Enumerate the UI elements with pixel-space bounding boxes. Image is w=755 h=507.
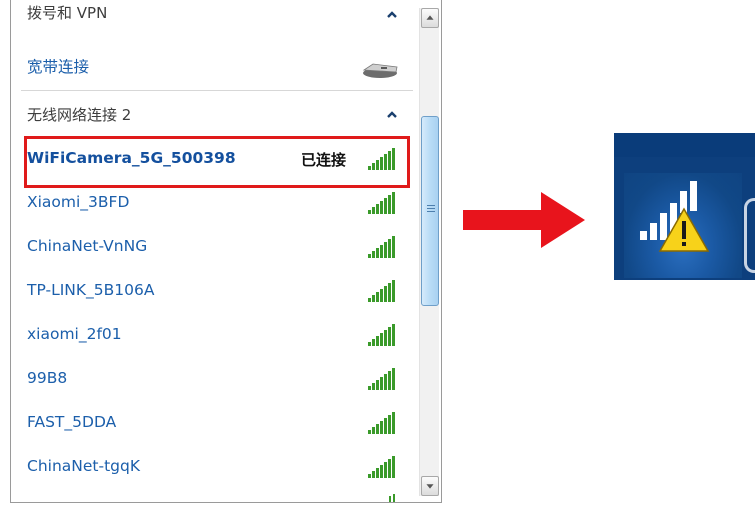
dialup-vpn-section-header[interactable]: 拨号和 VPN	[11, 0, 415, 30]
wifi-signal-full-icon	[368, 412, 395, 434]
taskbar-top-strip	[614, 133, 755, 157]
grip-line	[427, 208, 435, 209]
section-divider	[21, 90, 413, 91]
network-list: 拨号和 VPN 宽带连接 无线网络连接 2 WiFiCamera_5G_5003…	[11, 0, 415, 502]
scrollbar-thumb[interactable]	[421, 116, 439, 306]
vertical-scrollbar[interactable]	[419, 8, 439, 496]
wifi-signal-full-icon	[368, 368, 395, 390]
grip-line	[427, 211, 435, 212]
wifi-signal-full-icon	[368, 456, 395, 478]
grip-line	[427, 205, 435, 206]
network-name: FAST_5DDA	[27, 413, 117, 431]
red-right-arrow-icon	[463, 192, 585, 248]
wifi-network-item[interactable]: WiFiCamera_5G_500398 已连接	[11, 142, 415, 178]
network-name: WiFiCamera_5G_500398	[27, 149, 236, 167]
wifi-network-item[interactable]: TP-LINK_5B106A	[11, 274, 415, 310]
scroll-up-button[interactable]	[421, 8, 439, 28]
network-name: 99B8	[27, 369, 68, 387]
network-name: Xiaomi_3BFD	[27, 193, 130, 211]
wifi-signal-full-icon	[368, 236, 395, 258]
network-name: TP-LINK_5B106A	[27, 281, 155, 299]
wifi-signal-full-icon	[368, 280, 395, 302]
connection-label: 宽带连接	[27, 58, 90, 76]
broadband-connection[interactable]: 宽带连接	[11, 48, 415, 84]
network-flyout: 拨号和 VPN 宽带连接 无线网络连接 2 WiFiCamera_5G_5003…	[10, 0, 442, 503]
section-title: 拨号和 VPN	[27, 4, 108, 22]
arrow-down-icon	[426, 484, 434, 489]
next-tray-icon-edge	[744, 198, 755, 273]
broadband-modem-icon	[362, 63, 398, 78]
wifi-signal-full-icon	[368, 324, 395, 346]
taskbar-tray	[614, 133, 755, 280]
arrow-up-icon	[426, 15, 434, 20]
network-name: xiaomi_2f01	[27, 325, 122, 343]
chevron-up-icon[interactable]	[385, 108, 399, 122]
wireless-section-header[interactable]: 无线网络连接 2	[11, 97, 415, 127]
scroll-down-button[interactable]	[421, 476, 439, 496]
connection-status: 已连接	[301, 151, 347, 169]
section-title: 无线网络连接 2	[27, 106, 132, 124]
wifi-network-item[interactable]: xiaomi_2f01	[11, 318, 415, 354]
network-name: ChinaNet-VnNG	[27, 237, 148, 255]
network-name: ChinaNet-tgqK	[27, 457, 140, 475]
wifi-signal-full-icon	[368, 192, 395, 214]
wifi-network-item[interactable]: ChinaNet-tgqK	[11, 450, 415, 486]
wifi-signal-partial-icon	[389, 494, 395, 502]
wifi-network-item[interactable]: ChinaNet-VnNG	[11, 230, 415, 266]
wifi-network-item[interactable]: 99B8	[11, 362, 415, 398]
wifi-signal-full-icon	[368, 148, 395, 170]
chevron-up-icon[interactable]	[385, 8, 399, 22]
wifi-network-item[interactable]: Xiaomi_3BFD	[11, 186, 415, 222]
wifi-network-item[interactable]: FAST_5DDA	[11, 406, 415, 442]
wifi-warning-icon[interactable]	[636, 173, 722, 255]
